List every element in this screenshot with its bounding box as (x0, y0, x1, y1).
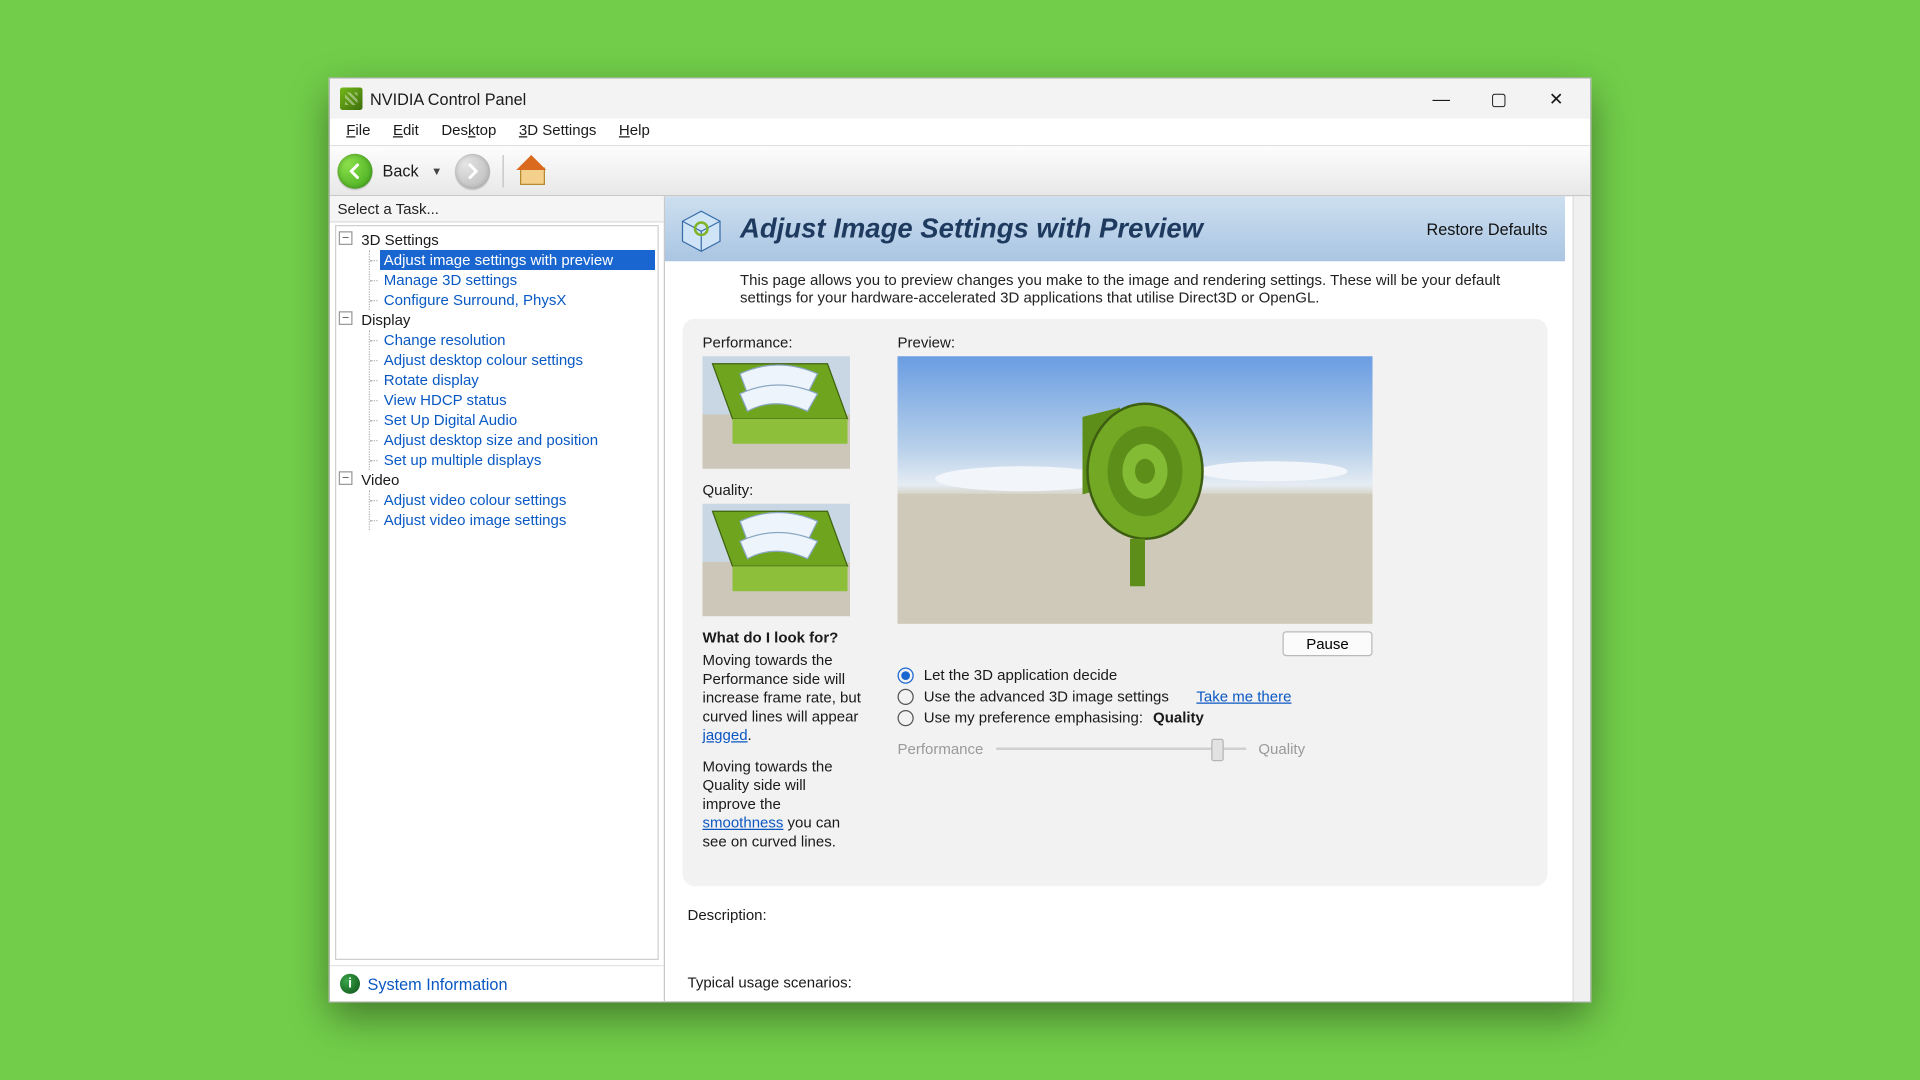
tree-item-rotate-display[interactable]: Rotate display (380, 370, 655, 390)
radio-selected-icon (898, 667, 914, 683)
tree-item-set-up-multiple-displays[interactable]: Set up multiple displays (380, 450, 655, 470)
what-look-for-heading: What do I look for? (703, 629, 863, 647)
back-button[interactable] (338, 153, 373, 188)
slider-label-performance: Performance (898, 740, 984, 758)
tree-item-change-resolution[interactable]: Change resolution (380, 330, 655, 350)
system-information-link[interactable]: i System Information (330, 965, 664, 1001)
tree-item-configure-surround-physx[interactable]: Configure Surround, PhysX (380, 290, 655, 310)
collapse-icon[interactable]: − (339, 311, 353, 325)
performance-thumbnail (703, 356, 851, 469)
tree-item-adjust-image-settings[interactable]: Adjust image settings with preview (380, 250, 655, 270)
tree-item-manage-3d-settings[interactable]: Manage 3D settings (380, 270, 655, 290)
page-header-icon (675, 204, 728, 254)
collapse-icon[interactable]: − (339, 231, 353, 245)
what-look-for-p2: Moving towards the Quality side will imp… (703, 758, 863, 852)
tree-item-adjust-desktop-colour[interactable]: Adjust desktop colour settings (380, 350, 655, 370)
arrow-left-icon (345, 161, 365, 181)
window-title: NVIDIA Control Panel (370, 89, 526, 108)
option-let-app-decide[interactable]: Let the 3D application decide (898, 666, 1528, 684)
menu-desktop[interactable]: Desktop (430, 119, 508, 145)
tree-group-3d-settings[interactable]: − 3D Settings Adjust image settings with… (339, 230, 655, 310)
what-look-for-p1: Moving towards the Performance side will… (703, 651, 863, 745)
page-header: Adjust Image Settings with Preview Resto… (665, 196, 1565, 261)
settings-panel: Performance: Quality: (683, 319, 1548, 887)
close-button[interactable]: ✕ (1528, 79, 1586, 119)
option-use-preference[interactable]: Use my preference emphasising: Quality (898, 709, 1528, 727)
back-dropdown[interactable]: ▼ (429, 164, 450, 177)
title-bar: NVIDIA Control Panel — ▢ ✕ (330, 79, 1590, 119)
vertical-scrollbar[interactable] (1573, 196, 1591, 1001)
nvidia-icon (340, 88, 363, 111)
tree-item-set-up-digital-audio[interactable]: Set Up Digital Audio (380, 410, 655, 430)
menu-edit[interactable]: Edit (382, 119, 430, 145)
typical-usage-heading: Typical usage scenarios: (688, 974, 1543, 992)
tree-item-adjust-video-colour[interactable]: Adjust video colour settings (380, 490, 655, 510)
menu-3d-settings[interactable]: 3D Settings (508, 119, 608, 145)
preference-value: Quality (1153, 709, 1204, 727)
arrow-right-icon (462, 161, 482, 181)
menu-bar: File Edit Desktop 3D Settings Help (330, 119, 1590, 147)
back-label: Back (378, 161, 424, 180)
task-tree: − 3D Settings Adjust image settings with… (335, 225, 659, 960)
quality-slider-row: Performance Quality (898, 739, 1528, 759)
tree-item-view-hdcp-status[interactable]: View HDCP status (380, 390, 655, 410)
tree-item-adjust-desktop-size[interactable]: Adjust desktop size and position (380, 430, 655, 450)
minimize-button[interactable]: — (1413, 79, 1471, 119)
tree-group-display[interactable]: − Display Change resolution Adjust deskt… (339, 310, 655, 470)
quality-label: Quality: (703, 481, 863, 499)
page-description: This page allows you to preview changes … (665, 261, 1565, 319)
quality-thumbnail (703, 504, 851, 617)
home-button[interactable] (516, 157, 546, 185)
examples-column: Performance: Quality: (703, 334, 863, 864)
collapse-icon[interactable]: − (339, 471, 353, 485)
menu-file[interactable]: File (335, 119, 382, 145)
navigation-toolbar: Back ▼ (330, 146, 1590, 196)
app-window: NVIDIA Control Panel — ▢ ✕ File Edit Des… (329, 78, 1592, 1003)
option-use-advanced[interactable]: Use the advanced 3D image settings Take … (898, 688, 1528, 706)
smoothness-link[interactable]: smoothness (703, 814, 784, 832)
quality-slider[interactable] (996, 739, 1246, 759)
lower-section: Description: Typical usage scenarios: (665, 899, 1565, 992)
take-me-there-link[interactable]: Take me there (1196, 688, 1291, 706)
forward-button[interactable] (455, 153, 490, 188)
slider-handle-icon (1211, 739, 1224, 762)
preview-label: Preview: (898, 334, 1528, 352)
tree-item-adjust-video-image[interactable]: Adjust video image settings (380, 510, 655, 530)
tree-group-video[interactable]: − Video Adjust video colour settings Adj… (339, 470, 655, 530)
maximize-button[interactable]: ▢ (1470, 79, 1528, 119)
image-settings-options: Let the 3D application decide Use the ad… (898, 666, 1528, 759)
preview-viewport (898, 356, 1373, 624)
pause-button[interactable]: Pause (1282, 631, 1372, 656)
menu-help[interactable]: Help (608, 119, 661, 145)
restore-defaults-link[interactable]: Restore Defaults (1426, 219, 1547, 238)
main-content: Adjust Image Settings with Preview Resto… (665, 196, 1565, 991)
task-sidebar: Select a Task... − 3D Settings Adjust im… (330, 196, 665, 1001)
task-header: Select a Task... (330, 196, 664, 222)
jagged-link[interactable]: jagged (703, 726, 748, 744)
page-title: Adjust Image Settings with Preview (740, 213, 1414, 246)
description-heading: Description: (688, 906, 1543, 924)
radio-empty-icon (898, 688, 914, 704)
preview-column: Preview: (898, 334, 1528, 864)
info-icon: i (340, 974, 360, 994)
slider-label-quality: Quality (1258, 740, 1305, 758)
radio-empty-icon (898, 709, 914, 725)
performance-label: Performance: (703, 334, 863, 352)
